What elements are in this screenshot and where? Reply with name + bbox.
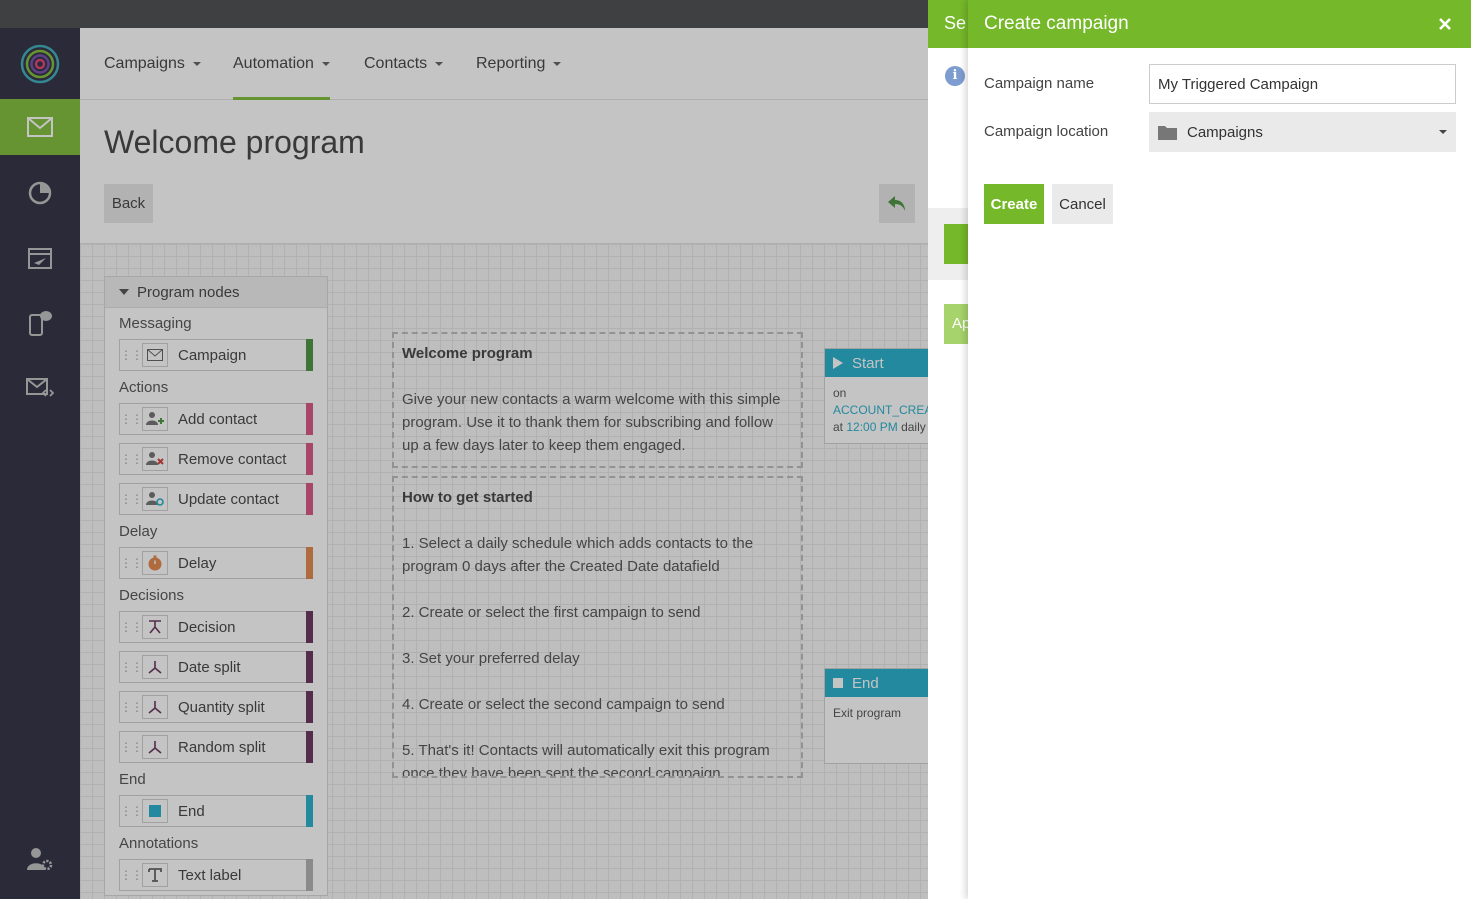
create-button[interactable]: Create — [984, 184, 1044, 224]
underlying-green-button — [944, 224, 968, 264]
close-icon — [1439, 18, 1451, 30]
info-icon: i — [945, 66, 965, 86]
chevron-down-icon — [1439, 130, 1447, 134]
modal-overlay[interactable] — [0, 0, 928, 899]
cancel-button[interactable]: Cancel — [1052, 184, 1113, 224]
folder-icon — [1158, 126, 1177, 140]
close-button[interactable] — [1435, 14, 1455, 34]
create-campaign-panel: Create campaign Campaign name Campaign l… — [968, 0, 1471, 899]
underlying-apply-button: Ap — [944, 304, 968, 344]
panel-header: Create campaign — [968, 0, 1471, 48]
campaign-location-select[interactable]: Campaigns — [1149, 112, 1456, 152]
campaign-name-label: Campaign name — [984, 75, 1095, 92]
campaign-location-label: Campaign location — [984, 123, 1109, 140]
campaign-name-input[interactable] — [1149, 64, 1456, 104]
underlying-panel: Se i Ap — [928, 0, 968, 899]
panel-title: Create campaign — [984, 13, 1129, 34]
